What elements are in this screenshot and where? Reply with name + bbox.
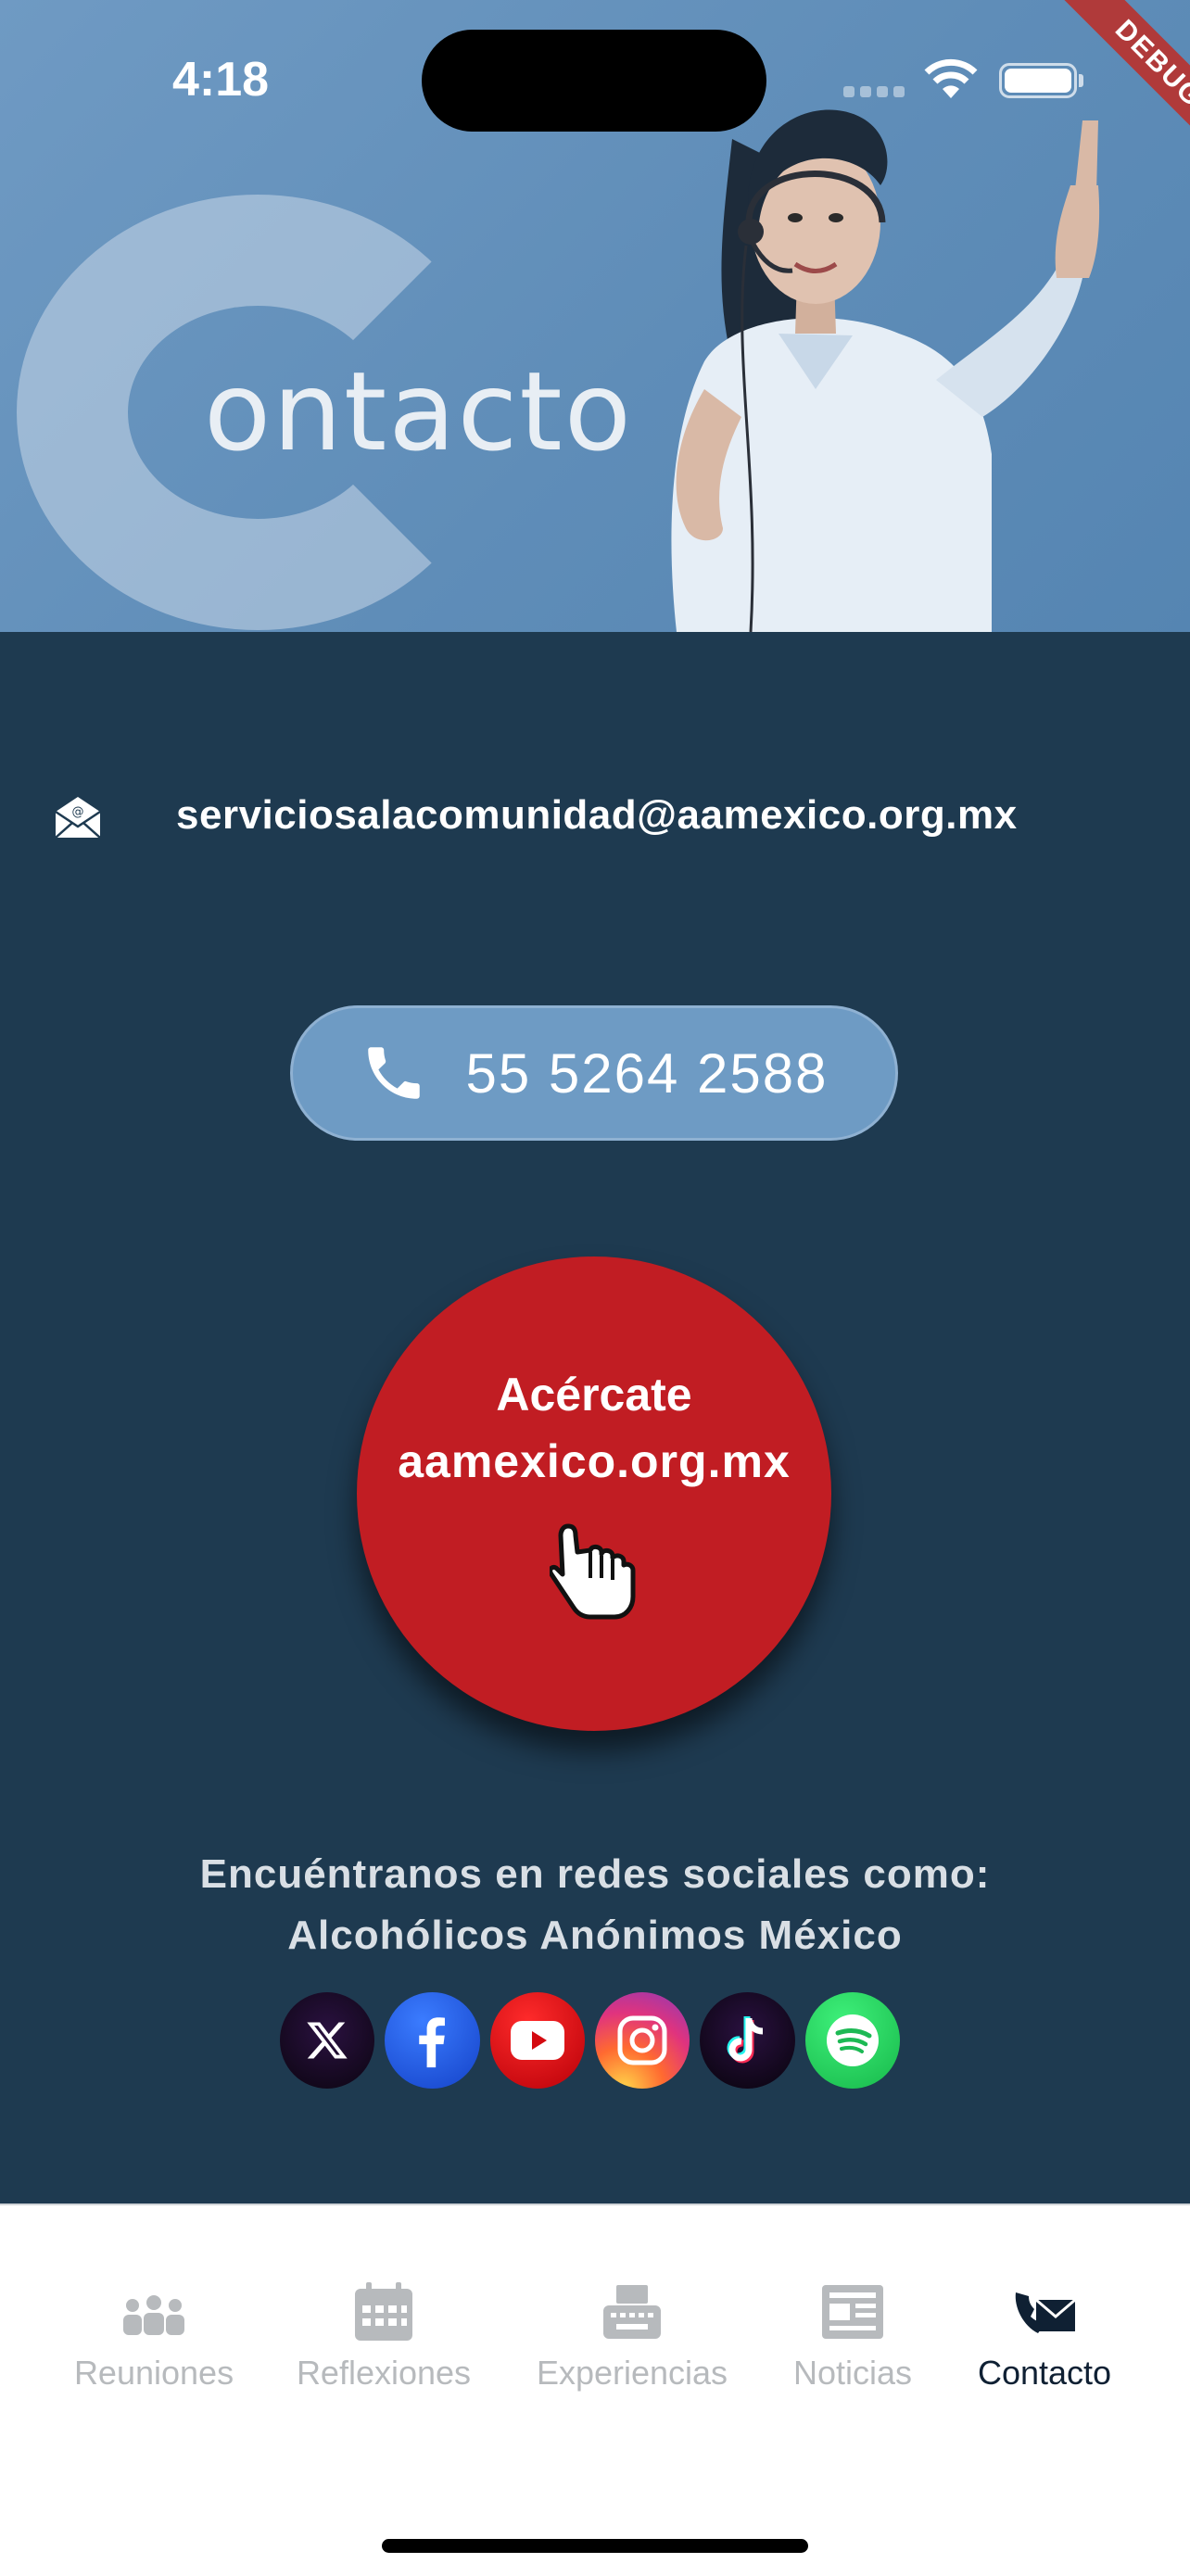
cta-title: Acércate — [496, 1369, 692, 1421]
tab-experiencias[interactable]: Experiencias — [521, 2279, 743, 2393]
debug-banner: DEBUG — [1019, 0, 1190, 170]
calendar-icon — [355, 2282, 412, 2341]
home-indicator — [382, 2539, 808, 2553]
tab-reflexiones[interactable]: Reflexiones — [283, 2279, 485, 2393]
instagram-icon[interactable] — [594, 1992, 690, 2089]
tab-label: Reuniones — [73, 2354, 234, 2392]
call-phone-button[interactable]: 55 5264 2588 — [290, 1005, 898, 1141]
spotify-icon[interactable] — [804, 1992, 900, 2089]
tab-noticias[interactable]: Noticias — [779, 2279, 927, 2393]
youtube-icon[interactable] — [489, 1992, 585, 2089]
social-icons-row — [280, 1992, 910, 2090]
newspaper-icon — [822, 2285, 883, 2339]
typewriter-icon — [603, 2285, 661, 2339]
tab-label: Noticias — [792, 2354, 913, 2392]
phone-icon — [368, 1047, 421, 1099]
envelope-phone-icon — [1015, 2292, 1076, 2333]
social-intro-text: Encuéntranos en redes sociales como: — [199, 1851, 991, 1897]
social-account-name: Alcohólicos Anónimos México — [287, 1913, 903, 1958]
debug-label: DEBUG — [1051, 0, 1190, 170]
dynamic-island — [422, 30, 766, 132]
tab-label: Experiencias — [536, 2354, 728, 2392]
tab-contacto[interactable]: Contacto — [964, 2279, 1125, 2393]
tab-label: Contacto — [977, 2354, 1112, 2392]
facebook-icon[interactable] — [385, 1992, 480, 2089]
tiktok-icon[interactable] — [700, 1992, 795, 2089]
envelope-icon: @ — [55, 797, 101, 839]
visit-website-button[interactable]: Acércate aamexico.org.mx — [357, 1256, 831, 1731]
x-icon[interactable] — [280, 1992, 375, 2089]
banner-word: ontacto — [204, 347, 633, 475]
tab-reuniones[interactable]: Reuniones — [56, 2279, 252, 2393]
wifi-icon — [924, 58, 978, 98]
email-address-link[interactable]: serviciosalacomunidad@aamexico.org.mx — [176, 792, 1018, 839]
phone-number: 55 5264 2588 — [465, 1042, 829, 1105]
status-time: 4:18 — [172, 53, 270, 107]
tab-label: Reflexiones — [296, 2354, 472, 2392]
cta-website: aamexico.org.mx — [398, 1435, 791, 1487]
cellular-signal-icon — [843, 85, 910, 102]
svg-text:@: @ — [72, 805, 84, 819]
pointing-hand-icon — [550, 1523, 636, 1620]
people-group-icon — [123, 2295, 184, 2335]
